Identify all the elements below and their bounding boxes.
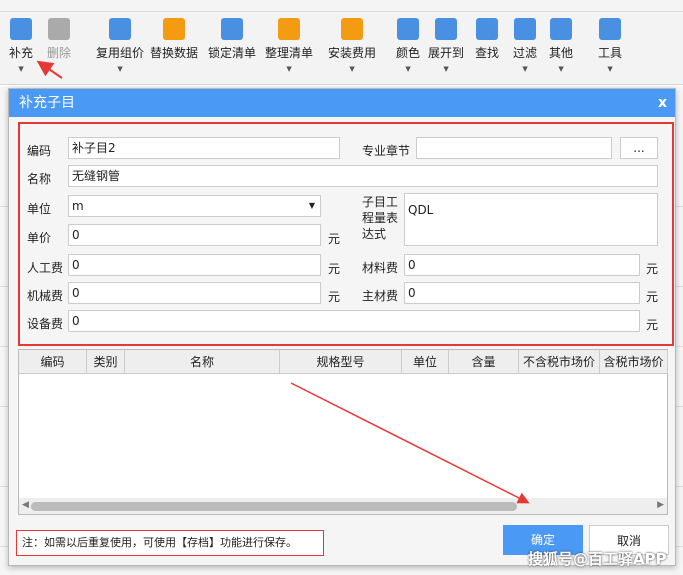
labor-input[interactable]: 0 <box>68 254 321 276</box>
scrollbar-thumb[interactable] <box>31 502 517 511</box>
material-input[interactable]: 0 <box>404 254 640 276</box>
code-label: 编码 <box>27 144 52 158</box>
toolbar-label: 锁定清单 <box>208 46 257 60</box>
main-material-label: 主材费 <box>362 289 399 303</box>
toolbar-button-0[interactable]: 补充 ▼ <box>9 18 33 73</box>
watermark: 搜狐号@百工驿APP <box>528 550 667 568</box>
toolbar-label: 过滤 <box>513 46 538 60</box>
price-input[interactable]: 0 <box>68 224 321 246</box>
tree-icon <box>435 18 457 40</box>
toolbar-button-11[interactable]: 其他 ▼ <box>549 18 573 73</box>
column-header[interactable]: 单位 <box>402 350 449 374</box>
currency-unit: 元 <box>646 318 659 332</box>
trash-icon <box>48 18 70 40</box>
lock-icon <box>221 18 243 40</box>
column-header[interactable]: 含税市场价 <box>600 350 668 374</box>
toolbar: 补充 ▼ 删除 复用组价 ▼ 替换数据 锁定清单 整理清单 ▼ 安装费用 ▼ 颜色 ▼ 展开到 ▼ 查找 过滤 ▼… <box>0 12 683 85</box>
toolbar-button-1[interactable]: 删除 <box>47 18 71 61</box>
material-label: 材料费 <box>362 261 399 275</box>
toolbar-label: 补充 <box>9 46 34 60</box>
chapter-label: 专业章节 <box>362 144 411 158</box>
column-header[interactable]: 类别 <box>87 350 125 374</box>
currency-unit: 元 <box>646 262 659 276</box>
dropdown-arrow-icon: ▼ <box>18 65 24 73</box>
chevron-down-icon: ▼ <box>308 201 315 210</box>
toolbar-label: 颜色 <box>396 46 421 60</box>
chapter-input[interactable] <box>416 137 612 159</box>
column-header[interactable]: 编码 <box>19 350 87 374</box>
filter-icon <box>514 18 536 40</box>
name-label: 名称 <box>27 172 52 186</box>
title-bar <box>0 0 683 12</box>
dropdown-arrow-icon: ▼ <box>117 65 123 73</box>
replace-icon <box>163 18 185 40</box>
scroll-right-icon[interactable]: ▶ <box>657 500 664 510</box>
list-icon <box>278 18 300 40</box>
add-item-icon <box>10 18 32 40</box>
machine-label: 机械费 <box>27 289 64 303</box>
unit-value: m <box>72 199 84 213</box>
currency-unit: 元 <box>328 262 341 276</box>
toolbar-label: 其他 <box>549 46 574 60</box>
dropdown-arrow-icon: ▼ <box>558 65 564 73</box>
unit-label: 单位 <box>27 202 52 216</box>
code-input[interactable]: 补子目2 <box>68 137 340 159</box>
toolbar-button-2[interactable]: 复用组价 ▼ <box>96 18 144 73</box>
dropdown-arrow-icon: ▼ <box>349 65 355 73</box>
supplement-item-dialog: 补充子目 x 编码 补子目2 专业章节 ... 名称 无缝钢管 单位 m ▼ 子目… <box>8 88 676 566</box>
equipment-label: 设备费 <box>27 317 64 331</box>
coins-icon <box>341 18 363 40</box>
horizontal-scrollbar[interactable]: ◀ ▶ <box>19 498 667 514</box>
toolbar-button-8[interactable]: 展开到 ▼ <box>428 18 464 73</box>
close-icon[interactable]: x <box>658 89 667 117</box>
currency-unit: 元 <box>328 290 341 304</box>
dropdown-arrow-icon: ▼ <box>405 65 411 73</box>
column-header[interactable]: 不含税市场价 <box>519 350 600 374</box>
save-note: 注：如需以后重复使用，可使用【存档】功能进行保存。 <box>16 530 324 556</box>
toolbar-label: 安装费用 <box>328 46 377 60</box>
toolbar-label: 整理清单 <box>265 46 314 60</box>
chapter-browse-button[interactable]: ... <box>620 137 658 159</box>
binoculars-icon <box>476 18 498 40</box>
column-header[interactable]: 规格型号 <box>280 350 402 374</box>
column-header[interactable]: 含量 <box>449 350 519 374</box>
dropdown-arrow-icon: ▼ <box>286 65 292 73</box>
dialog-title: 补充子目 <box>9 89 675 117</box>
scroll-left-icon[interactable]: ◀ <box>22 500 29 510</box>
toolbar-button-3[interactable]: 替换数据 <box>150 18 198 61</box>
dropdown-arrow-icon: ▼ <box>443 65 449 73</box>
column-header[interactable]: 名称 <box>125 350 280 374</box>
expression-input[interactable]: QDL <box>404 193 658 246</box>
currency-unit: 元 <box>328 232 341 246</box>
toolbar-label: 查找 <box>475 46 500 60</box>
reuse-icon <box>109 18 131 40</box>
machine-input[interactable]: 0 <box>68 282 321 304</box>
dropdown-arrow-icon: ▼ <box>522 65 528 73</box>
toolbar-button-4[interactable]: 锁定清单 <box>208 18 256 61</box>
material-grid: 编码 类别 名称 规格型号 单位 含量 不含税市场价 含税市场价 ◀ ▶ <box>18 349 668 515</box>
tools-icon <box>599 18 621 40</box>
paint-bucket-icon <box>397 18 419 40</box>
toolbar-button-6[interactable]: 安装费用 ▼ <box>328 18 376 73</box>
equipment-input[interactable]: 0 <box>68 310 640 332</box>
toolbar-button-10[interactable]: 过滤 ▼ <box>513 18 537 73</box>
unit-select[interactable]: m ▼ <box>68 195 321 217</box>
price-label: 单价 <box>27 231 52 245</box>
toolbar-button-12[interactable]: 工具 ▼ <box>598 18 622 73</box>
toolbar-label: 展开到 <box>428 46 465 60</box>
name-input[interactable]: 无缝钢管 <box>68 165 658 187</box>
toolbar-label: 工具 <box>598 46 623 60</box>
main-material-input[interactable]: 0 <box>404 282 640 304</box>
dropdown-arrow-icon: ▼ <box>607 65 613 73</box>
currency-unit: 元 <box>646 290 659 304</box>
toolbar-label: 替换数据 <box>150 46 199 60</box>
toolbar-label: 复用组价 <box>96 46 145 60</box>
expression-label: 子目工程量表达式 <box>362 195 399 241</box>
toolbar-button-7[interactable]: 颜色 ▼ <box>396 18 420 73</box>
toolbar-button-5[interactable]: 整理清单 ▼ <box>265 18 313 73</box>
toolbar-label: 删除 <box>47 46 72 60</box>
labor-label: 人工费 <box>27 261 64 275</box>
grid-icon <box>550 18 572 40</box>
toolbar-button-9[interactable]: 查找 <box>475 18 499 61</box>
